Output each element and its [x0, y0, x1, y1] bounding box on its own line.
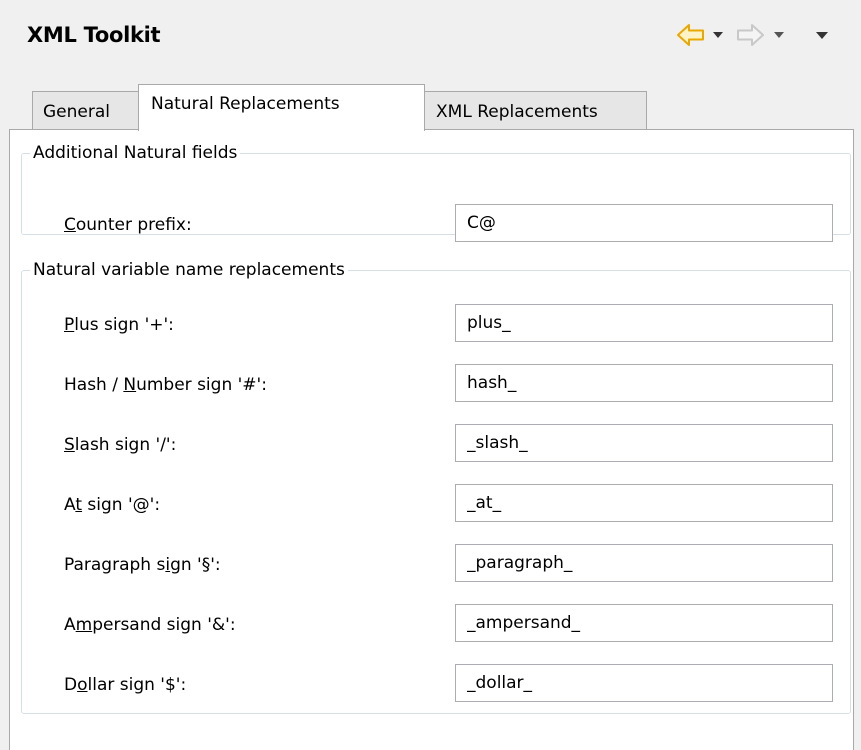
tab-general[interactable]: General — [32, 91, 138, 130]
label-text: D — [64, 675, 78, 695]
group-legend: Natural variable name replacements — [33, 260, 345, 280]
mnemonic-letter: N — [123, 375, 137, 395]
ampersand-sign-field[interactable] — [455, 604, 833, 642]
tab-xml-replacements[interactable]: XML Replacements — [424, 91, 647, 130]
paragraph-sign-field[interactable] — [455, 544, 833, 582]
label-text: ounter prefix: — [75, 215, 192, 235]
slash-sign-label: Slash sign '/': — [64, 435, 176, 455]
label-text: llar sign '$': — [87, 675, 187, 695]
natural-replacements-panel: Additional Natural fields Counter prefix… — [9, 129, 854, 750]
header-bar: XML Toolkit — [0, 0, 861, 74]
label-text: A — [64, 495, 76, 515]
mnemonic-letter: o — [77, 675, 88, 695]
ampersand-sign-label: Ampersand sign '&': — [64, 615, 236, 635]
natural-variable-name-replacements-group: Natural variable name replacements Plus … — [21, 260, 851, 714]
label-text: umber sign '#': — [136, 375, 267, 395]
label-text: sign '@': — [82, 495, 161, 515]
additional-natural-fields-group: Additional Natural fields Counter prefix… — [21, 143, 851, 242]
tab-label: General — [43, 102, 110, 122]
arrow-left-icon[interactable] — [676, 22, 706, 53]
tab-natural-replacements[interactable]: Natural Replacements — [138, 84, 425, 131]
group-legend: Additional Natural fields — [33, 143, 238, 163]
tab-label: XML Replacements — [436, 102, 598, 122]
chevron-down-icon[interactable] — [712, 22, 724, 53]
mnemonic-letter: S — [64, 435, 75, 455]
page-title: XML Toolkit — [27, 23, 161, 47]
mnemonic-letter: t — [75, 495, 83, 515]
at-sign-label: At sign '@': — [64, 495, 160, 515]
mnemonic-letter: P — [64, 315, 75, 335]
tab-bar: General Natural Replacements XML Replace… — [32, 84, 647, 131]
arrow-right-icon[interactable] — [735, 22, 765, 53]
counter-prefix-field[interactable] — [455, 204, 833, 242]
dollar-sign-field[interactable] — [455, 664, 833, 702]
mnemonic-letter: C — [64, 215, 76, 235]
label-text: lus sign '+': — [74, 315, 174, 335]
slash-sign-field[interactable] — [455, 424, 833, 462]
tab-label: Natural Replacements — [151, 94, 340, 114]
navigation-toolbar — [676, 22, 856, 48]
paragraph-sign-label: Paragraph sign '§': — [64, 555, 221, 575]
mnemonic-letter: m — [75, 615, 93, 635]
dollar-sign-label: Dollar sign '$': — [64, 675, 186, 695]
plus-sign-field[interactable] — [455, 304, 833, 342]
label-text: gn '§': — [170, 555, 221, 575]
label-text: persand sign '&': — [92, 615, 236, 635]
label-text: Hash / — [64, 375, 124, 395]
chevron-down-icon[interactable] — [773, 22, 785, 53]
hash-sign-label: Hash / Number sign '#': — [64, 375, 267, 395]
counter-prefix-label: Counter prefix: — [64, 215, 192, 235]
hash-sign-field[interactable] — [455, 364, 833, 402]
label-text: Paragraph s — [64, 555, 166, 575]
label-text: A — [64, 615, 76, 635]
at-sign-field[interactable] — [455, 484, 833, 522]
xml-toolkit-preferences: XML Toolkit General Natural Replacements… — [0, 0, 861, 750]
plus-sign-label: Plus sign '+': — [64, 315, 174, 335]
view-menu-icon[interactable] — [815, 22, 829, 53]
label-text: lash sign '/': — [74, 435, 177, 455]
